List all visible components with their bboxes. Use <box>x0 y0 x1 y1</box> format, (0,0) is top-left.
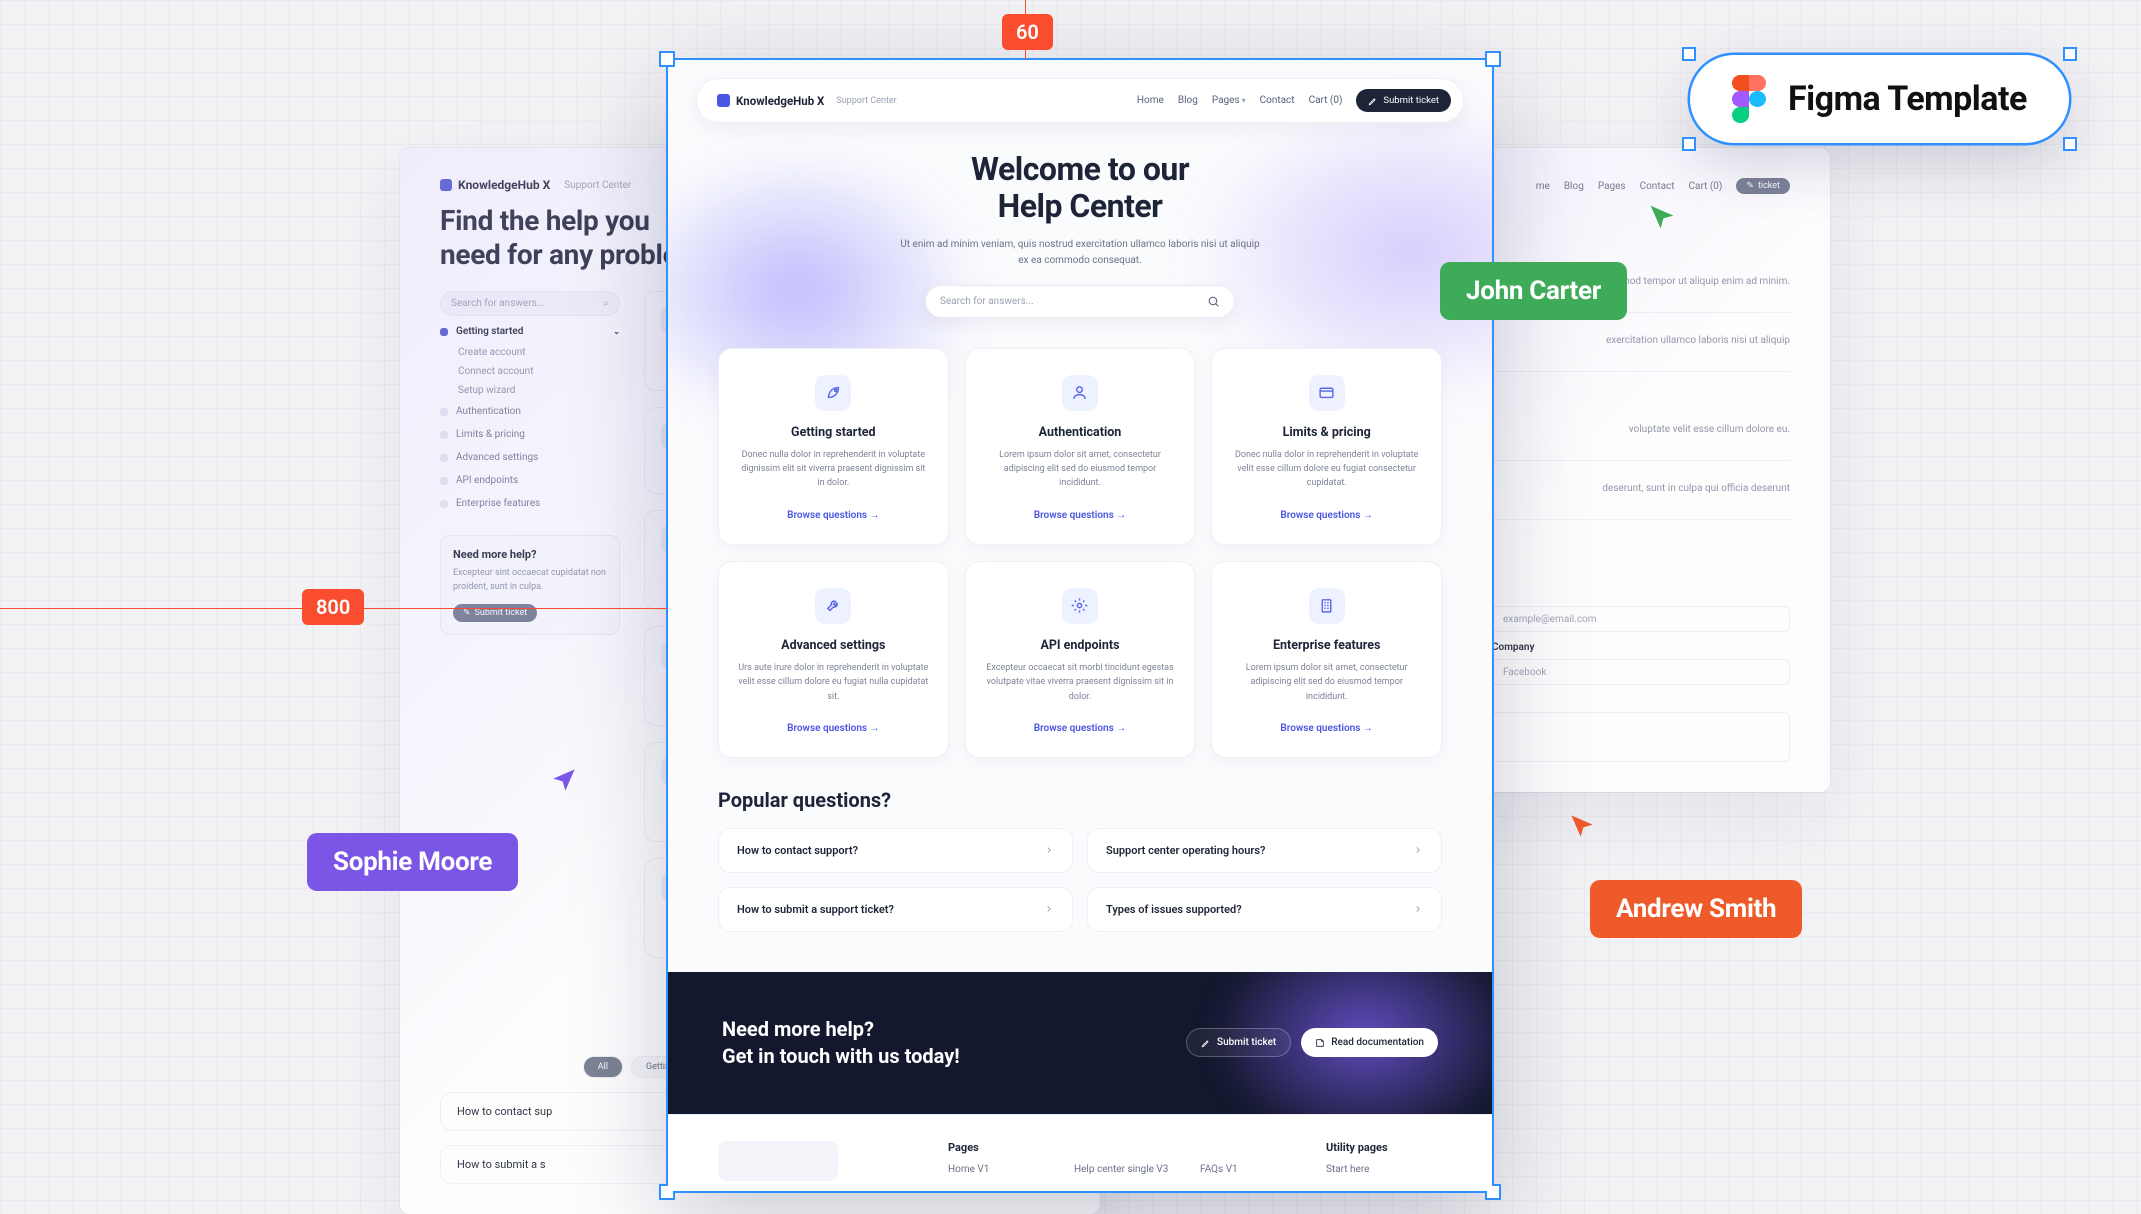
footer-logo-placeholder <box>718 1141 838 1181</box>
selection-handle[interactable] <box>659 51 675 67</box>
selection-handle[interactable] <box>2063 47 2077 61</box>
bg-left-help-card: Need more help? Excepteur sint occaecat … <box>440 535 620 635</box>
wrench-icon <box>815 588 851 624</box>
topbar-nav: Home Blog Pages Contact Cart (0) Submit … <box>1137 89 1451 112</box>
chevron-right-icon <box>1413 845 1423 855</box>
bg-left-submit-btn[interactable]: ✎ Submit ticket <box>453 604 537 622</box>
popular-heading: Popular questions? <box>718 788 1442 812</box>
footer-link[interactable]: Home V1 <box>948 1164 1064 1175</box>
sidebar-item[interactable]: Enterprise features <box>440 496 620 511</box>
popular-question[interactable]: Types of issues supported? <box>1087 887 1442 932</box>
building-icon <box>1309 588 1345 624</box>
dimension-badge-left: 800 <box>302 589 364 625</box>
breadcrumb: Support Center <box>836 96 896 106</box>
chevron-right-icon <box>1044 904 1054 914</box>
sidebar-item[interactable]: Authentication <box>440 404 620 419</box>
logo-icon <box>717 94 730 107</box>
submit-ticket-button[interactable]: Submit ticket <box>1356 89 1451 112</box>
footer: Pages Home V1 Help center single V3 FAQs … <box>668 1114 1492 1191</box>
figma-pill-label: Figma Template <box>1788 79 2027 119</box>
hero-subtitle: Ut enim ad minim veniam, quis nostrud ex… <box>900 237 1260 269</box>
nav-cart[interactable]: Cart (0) <box>1309 95 1343 106</box>
browse-link[interactable]: Browse questions <box>1280 510 1372 521</box>
bg-left-search[interactable]: Search for answers...⌕ <box>440 291 620 316</box>
chevron-right-icon <box>1413 904 1423 914</box>
card-icon <box>1309 375 1345 411</box>
cta-docs-button[interactable]: Read documentation <box>1301 1028 1438 1057</box>
hero-title: Welcome to ourHelp Center <box>748 151 1412 225</box>
footer-col-h: Utility pages <box>1326 1141 1442 1154</box>
sidebar-item[interactable]: Limits & pricing <box>440 427 620 442</box>
collaborator-tag-purple: Sophie Moore <box>307 833 518 891</box>
footer-col-h: Pages <box>948 1141 1064 1154</box>
user-icon <box>1062 375 1098 411</box>
cta-heading: Need more help?Get in touch with us toda… <box>722 1016 960 1070</box>
nav-contact[interactable]: Contact <box>1260 95 1295 106</box>
sidebar-item[interactable]: Advanced settings <box>440 450 620 465</box>
figma-logo-icon <box>1732 75 1766 123</box>
browse-link[interactable]: Browse questions <box>1280 723 1372 734</box>
chip[interactable]: All <box>583 1056 623 1078</box>
chevron-right-icon <box>1044 845 1054 855</box>
nav-home[interactable]: Home <box>1137 95 1164 106</box>
figma-template-pill[interactable]: Figma Template <box>1690 55 2069 143</box>
gear-icon <box>1062 588 1098 624</box>
hero-search[interactable]: Search for answers... <box>925 285 1235 318</box>
card-enterprise-features[interactable]: Enterprise featuresLorem ipsum dolor sit… <box>1211 561 1442 758</box>
brand-logo[interactable]: KnowledgeHub X <box>717 94 824 108</box>
field-company[interactable]: Facebook <box>1492 659 1790 685</box>
hero: Welcome to ourHelp Center Ut enim ad min… <box>668 123 1492 318</box>
cursor-icon-purple <box>548 764 580 796</box>
dimension-badge-top: 60 <box>1002 14 1053 50</box>
bg-right-submit-btn[interactable]: ✎ ticket <box>1736 178 1790 194</box>
figma-pill-wrapper: Figma Template <box>1690 55 2069 143</box>
collaborator-tag-orange: Andrew Smith <box>1590 880 1802 938</box>
sidebar-sub[interactable]: Create account <box>440 347 620 358</box>
sidebar-item-getting-started[interactable]: Getting started⌄ <box>440 324 620 339</box>
browse-link[interactable]: Browse questions <box>787 510 879 521</box>
popular-question[interactable]: Support center operating hours? <box>1087 828 1442 873</box>
browse-link[interactable]: Browse questions <box>1034 510 1126 521</box>
card-authentication[interactable]: AuthenticationLorem ipsum dolor sit amet… <box>965 348 1196 545</box>
selection-handle[interactable] <box>1682 47 1696 61</box>
search-placeholder: Search for answers... <box>940 296 1207 307</box>
selection-handle[interactable] <box>1485 51 1501 67</box>
nav-pages[interactable]: Pages <box>1212 95 1246 106</box>
popular-question[interactable]: How to contact support? <box>718 828 1073 873</box>
cursor-icon-orange <box>1566 810 1598 842</box>
selection-handle[interactable] <box>1682 137 1696 151</box>
browse-link[interactable]: Browse questions <box>787 723 879 734</box>
cta-banner: Need more help?Get in touch with us toda… <box>668 972 1492 1114</box>
footer-link[interactable]: FAQs V1 <box>1200 1164 1316 1175</box>
rocket-icon <box>815 375 851 411</box>
topbar: KnowledgeHub X Support Center Home Blog … <box>696 78 1464 123</box>
field-email[interactable]: example@email.com <box>1492 606 1790 632</box>
sidebar-item[interactable]: API endpoints <box>440 473 620 488</box>
popular-section: Popular questions? How to contact suppor… <box>668 768 1492 972</box>
card-api-endpoints[interactable]: API endpointsExcepteur occaecat sit morb… <box>965 561 1196 758</box>
card-getting-started[interactable]: Getting startedDonec nulla dolor in repr… <box>718 348 949 545</box>
browse-link[interactable]: Browse questions <box>1034 723 1126 734</box>
sidebar-sub[interactable]: Setup wizard <box>440 385 620 396</box>
cursor-icon-green <box>1645 200 1679 234</box>
card-advanced-settings[interactable]: Advanced settingsUrs aute irure dolor in… <box>718 561 949 758</box>
main-frame-wrapper: KnowledgeHub X Support Center Home Blog … <box>668 60 1492 1191</box>
nav-blog[interactable]: Blog <box>1178 95 1198 106</box>
card-limits-pricing[interactable]: Limits & pricingDonec nulla dolor in rep… <box>1211 348 1442 545</box>
footer-link[interactable]: Help center single V3 <box>1074 1164 1190 1175</box>
footer-link[interactable]: Start here <box>1326 1164 1442 1175</box>
sidebar-sub[interactable]: Connect account <box>440 366 620 377</box>
selection-handle[interactable] <box>2063 137 2077 151</box>
bg-left-crumb: Support Center <box>564 180 631 191</box>
popular-question[interactable]: How to submit a support ticket? <box>718 887 1073 932</box>
main-frame[interactable]: KnowledgeHub X Support Center Home Blog … <box>668 60 1492 1191</box>
bg-left-brand: KnowledgeHub X <box>458 178 550 192</box>
category-cards: Getting startedDonec nulla dolor in repr… <box>668 318 1492 768</box>
search-icon <box>1207 295 1220 308</box>
cta-submit-button[interactable]: Submit ticket <box>1186 1028 1291 1057</box>
